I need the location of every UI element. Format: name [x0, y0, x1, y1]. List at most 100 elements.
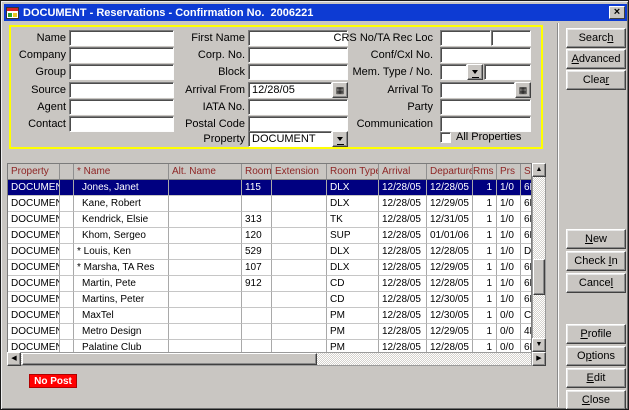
cell-departure: 12/28/05: [427, 244, 473, 260]
cell-departure: 12/29/05: [427, 196, 473, 212]
communication-input[interactable]: [440, 116, 531, 132]
cell-rms: 1: [473, 292, 497, 308]
cell-rms: 1: [473, 212, 497, 228]
table-row[interactable]: DOCUMENTJones, Janet115DLX12/28/0512/28/…: [8, 180, 531, 196]
mem-no-input[interactable]: [484, 64, 531, 80]
table-row[interactable]: DOCUMENTKhom, Sergeo120SUP12/28/0501/01/…: [8, 228, 531, 244]
cell-flag: [60, 196, 74, 212]
property-dropdown-button[interactable]: [332, 131, 348, 147]
vertical-scrollbar-thumb[interactable]: [533, 259, 545, 295]
search-button[interactable]: Search: [566, 28, 626, 48]
search-panel: Name Company Group Source Agent Contact …: [9, 25, 543, 149]
cell-name: * Marsha, TA Res: [74, 260, 169, 276]
column-header-extension: Extension: [272, 164, 327, 179]
cell-arrival: 12/28/05: [379, 212, 427, 228]
arrival-to-input[interactable]: [440, 82, 515, 98]
scroll-up-icon[interactable]: ▲: [532, 163, 546, 177]
divider: [557, 23, 559, 407]
edit-button[interactable]: Edit: [566, 368, 626, 388]
name-input[interactable]: [69, 30, 174, 46]
cell-room_type: DLX: [327, 180, 379, 196]
table-row[interactable]: DOCUMENT* Marsha, TA Res107DLX12/28/0512…: [8, 260, 531, 276]
cell-room_type: CD: [327, 292, 379, 308]
cell-name: * Louis, Ken: [74, 244, 169, 260]
cell-property: DOCUMENT: [8, 180, 60, 196]
cell-alt_name: [169, 324, 242, 340]
column-header-name: * Name: [74, 164, 169, 179]
cell-alt_name: [169, 212, 242, 228]
arrival-to-calendar-button[interactable]: ▦: [515, 82, 531, 98]
company-input[interactable]: [69, 47, 174, 63]
titlebar[interactable]: DOCUMENT - Reservations - Confirmation N…: [4, 4, 627, 21]
dropdown-bar-icon: [337, 144, 344, 145]
conf-cxl-no-input[interactable]: [440, 47, 531, 63]
horizontal-scrollbar[interactable]: [7, 352, 532, 366]
cell-name: Metro Design: [74, 324, 169, 340]
cell-name: Martin, Pete: [74, 276, 169, 292]
group-input[interactable]: [69, 64, 174, 80]
scroll-left-icon[interactable]: ◀: [7, 352, 21, 366]
options-button[interactable]: Options: [566, 346, 626, 366]
cell-arrival: 12/28/05: [379, 324, 427, 340]
source-input[interactable]: [69, 82, 174, 98]
cell-rms: 1: [473, 180, 497, 196]
column-header-status: Status: [521, 164, 531, 179]
profile-button[interactable]: Profile: [566, 324, 626, 344]
scroll-right-icon[interactable]: ▶: [532, 352, 546, 366]
app-icon: [6, 7, 19, 19]
ta-rec-loc-input[interactable]: [491, 30, 531, 46]
block-label: Block: [167, 65, 245, 79]
table-row[interactable]: DOCUMENTMartins, PeterCD12/28/0512/30/05…: [8, 292, 531, 308]
cell-room: [242, 292, 272, 308]
cell-prs: 1/0: [497, 244, 521, 260]
property-input[interactable]: [248, 131, 332, 147]
table-row[interactable]: DOCUMENTMaxTelPM12/28/0512/30/0510/0CO: [8, 308, 531, 324]
cell-arrival: 12/28/05: [379, 276, 427, 292]
cell-room: 313: [242, 212, 272, 228]
cell-arrival: 12/28/05: [379, 292, 427, 308]
all-properties-label: All Properties: [456, 131, 521, 144]
horizontal-scrollbar-thumb[interactable]: [22, 353, 317, 365]
cell-alt_name: [169, 196, 242, 212]
cancel-button[interactable]: Cancel: [566, 273, 626, 293]
clear-button[interactable]: Clear: [566, 70, 626, 90]
table-row[interactable]: DOCUMENTMetro DesignPM12/28/0512/29/0510…: [8, 324, 531, 340]
arrival-from-input[interactable]: [248, 82, 332, 98]
table-row[interactable]: DOCUMENTKane, RobertDLX12/28/0512/29/051…: [8, 196, 531, 212]
cell-room: 912: [242, 276, 272, 292]
cell-property: DOCUMENT: [8, 260, 60, 276]
advanced-button[interactable]: Advanced: [566, 49, 626, 69]
scroll-down-icon[interactable]: ▼: [532, 338, 546, 352]
cell-rms: 1: [473, 196, 497, 212]
table-row[interactable]: DOCUMENTKendrick, Elsie313TK12/28/0512/3…: [8, 212, 531, 228]
mem-type-input[interactable]: [440, 64, 467, 80]
all-properties-checkbox[interactable]: [440, 132, 451, 143]
cell-status: CO: [521, 308, 531, 324]
new-button[interactable]: New: [566, 229, 626, 249]
check-in-button[interactable]: Check In: [566, 251, 626, 271]
cell-name: Jones, Janet: [74, 180, 169, 196]
column-header-rms: Rms: [473, 164, 497, 179]
cell-flag: [60, 228, 74, 244]
cell-departure: 12/29/05: [427, 260, 473, 276]
cell-room: 120: [242, 228, 272, 244]
cell-flag: [60, 244, 74, 260]
cell-alt_name: [169, 260, 242, 276]
table-row[interactable]: DOCUMENTMartin, Pete912CD12/28/0512/28/0…: [8, 276, 531, 292]
cell-alt_name: [169, 308, 242, 324]
party-input[interactable]: [440, 99, 531, 115]
cell-room_type: DLX: [327, 196, 379, 212]
agent-input[interactable]: [69, 99, 174, 115]
table-row[interactable]: DOCUMENT* Louis, Ken529DLX12/28/0512/28/…: [8, 244, 531, 260]
cell-extension: [272, 260, 327, 276]
cell-alt_name: [169, 292, 242, 308]
close-icon[interactable]: ×: [609, 6, 625, 19]
cell-room_type: SUP: [327, 228, 379, 244]
mem-type-dropdown-button[interactable]: [467, 64, 483, 80]
crs-no-input[interactable]: [440, 30, 491, 46]
close-button[interactable]: Close: [566, 390, 626, 410]
cell-status: 6PM: [521, 212, 531, 228]
vertical-scrollbar[interactable]: [532, 163, 546, 352]
cell-departure: 12/29/05: [427, 324, 473, 340]
contact-input[interactable]: [69, 116, 174, 132]
